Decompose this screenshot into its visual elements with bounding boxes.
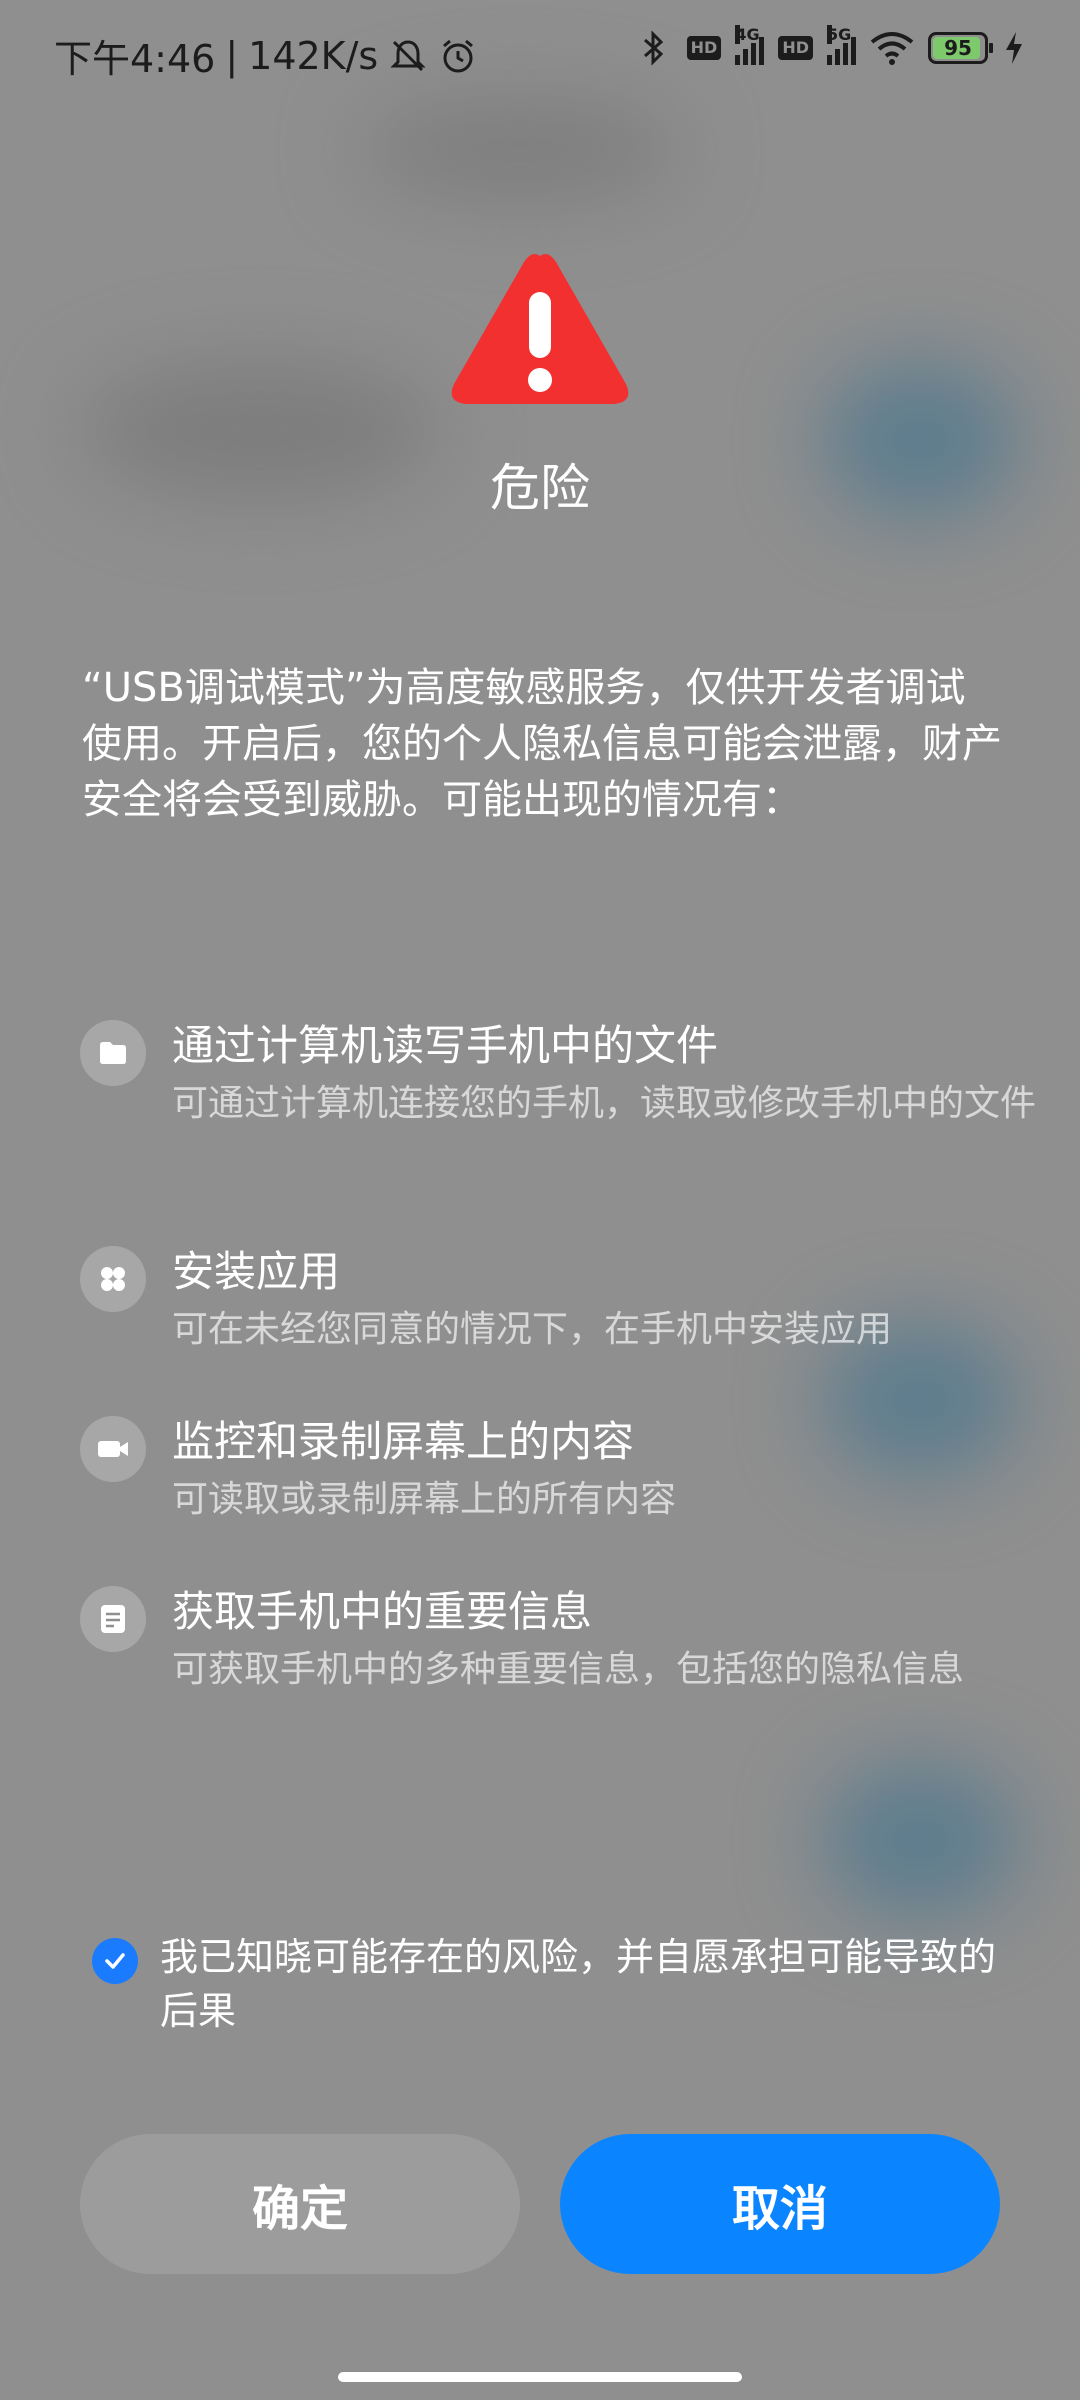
hd-badge: HD xyxy=(778,36,813,60)
dialog-intro: “USB调试模式”为高度敏感服务，仅供开发者调试使用。开启后，您的个人隐私信息可… xyxy=(82,665,1002,823)
status-time: 下午4:46 xyxy=(54,37,216,81)
signal-bar xyxy=(835,49,840,65)
risk-item-desc: 可获取手机中的多种重要信息，包括您的隐私信息 xyxy=(172,1649,965,1690)
bluetooth-icon xyxy=(643,30,663,66)
battery-level: 95 xyxy=(944,36,972,60)
warning-icon xyxy=(451,254,629,404)
hd-badge: HD xyxy=(686,36,722,60)
signal-bar xyxy=(751,43,757,65)
signal-bar xyxy=(843,43,848,65)
risk-item-title: 安装应用 xyxy=(172,1247,341,1296)
apps-icon xyxy=(80,1246,146,1312)
risk-item-desc: 可在未经您同意的情况下，在手机中安装应用 xyxy=(172,1309,893,1350)
wifi-icon xyxy=(870,32,914,65)
mute-icon xyxy=(390,39,426,71)
signal-bar xyxy=(851,37,856,65)
consent-text: 我已知晓可能存在的风险，并自愿承担可能导致的后果 xyxy=(160,1935,997,2033)
cancel-button[interactable]: 取消 xyxy=(560,2134,1000,2274)
signal-bar xyxy=(759,37,765,65)
home-indicator[interactable] xyxy=(338,2372,742,2382)
dialog-title: 危险 xyxy=(490,459,590,517)
document-icon xyxy=(80,1586,146,1652)
signal-bar xyxy=(827,55,832,65)
risk-item-desc: 可读取或录制屏幕上的所有内容 xyxy=(172,1479,677,1520)
checkmark-icon xyxy=(105,1953,125,1969)
consent-checkbox[interactable] xyxy=(92,1938,138,1984)
status-bar: 下午4:46 | 142K/s HD 4G HD 5G 95 xyxy=(0,0,1080,100)
bg-blob xyxy=(360,100,680,200)
video-camera-icon xyxy=(80,1416,146,1482)
network-type-label: 5G xyxy=(827,25,852,44)
network-speed: 142K/s xyxy=(248,33,379,78)
battery-indicator: 95 xyxy=(928,32,993,64)
bg-blob xyxy=(820,1760,1020,1920)
signal-icon: 4G xyxy=(735,25,765,65)
risk-item-desc: 可通过计算机连接您的手机，读取或修改手机中的文件 xyxy=(172,1083,1037,1124)
confirm-button[interactable]: 确定 xyxy=(80,2134,520,2274)
signal-bar xyxy=(735,55,741,65)
risk-item-title: 通过计算机读写手机中的文件 xyxy=(172,1021,719,1070)
signal-icon: 5G xyxy=(827,25,856,65)
network-type-label: 4G xyxy=(735,25,760,44)
risk-item-title: 获取手机中的重要信息 xyxy=(172,1587,593,1636)
risk-item-title: 监控和录制屏幕上的内容 xyxy=(172,1417,635,1466)
alarm-icon xyxy=(443,39,474,72)
status-divider: | xyxy=(225,33,239,78)
signal-bar xyxy=(743,49,749,65)
folder-icon xyxy=(80,1020,146,1086)
charging-icon xyxy=(1006,32,1022,64)
